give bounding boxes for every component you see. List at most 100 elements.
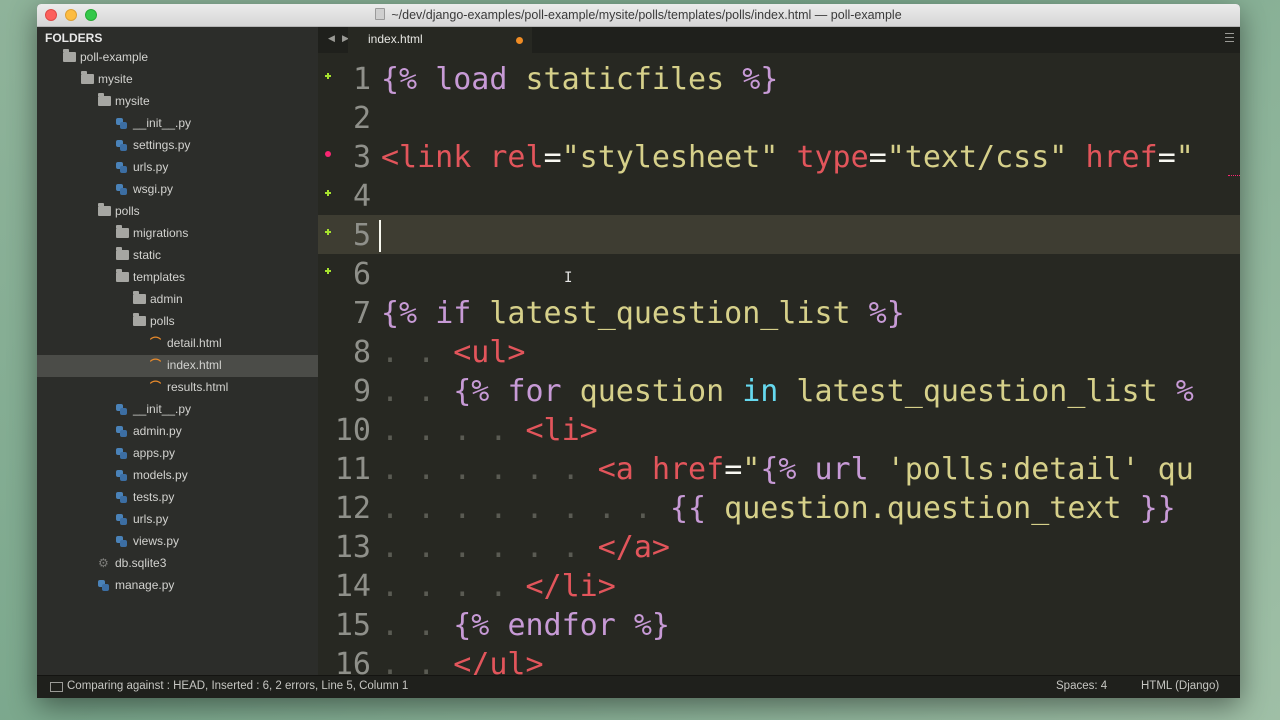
sidebar-item[interactable]: urls.py [37, 509, 318, 531]
code-line[interactable]: 8 . . <ul> [318, 332, 1240, 371]
sidebar-item[interactable]: migrations [37, 223, 318, 245]
code-line[interactable]: 14 . . . . </li> [318, 566, 1240, 605]
line-number: 12 [334, 491, 371, 526]
line-source: {% load staticfiles %} [381, 62, 779, 97]
text-caret [379, 220, 381, 252]
line-number: 5 [352, 218, 371, 253]
indent-guide: . . [381, 374, 454, 409]
sidebar-item[interactable]: models.py [37, 465, 318, 487]
folder-icon [81, 71, 94, 84]
line-number: 1 [352, 62, 371, 97]
code-line[interactable]: 16 . . </ul> [318, 644, 1240, 675]
line-source: . . </ul> [381, 647, 544, 675]
sidebar-item-label: urls.py [133, 512, 169, 526]
line-source: . . . . . . <a href="{% url 'polls:detai… [381, 452, 1194, 487]
sidebar-item[interactable]: polls [37, 201, 318, 223]
syntax-setting[interactable]: HTML (Django) [1141, 680, 1219, 692]
sidebar-item-label: polls [150, 314, 175, 328]
tab-index-html[interactable]: index.html [348, 27, 532, 53]
sidebar-item[interactable]: ⌒ index.html [37, 355, 318, 377]
sidebar-item-label: mysite [115, 94, 150, 108]
sidebar-item-label: poll-example [80, 50, 149, 64]
sidebar-item-label: manage.py [115, 578, 175, 592]
sidebar-item-label: polls [115, 204, 140, 218]
sidebar-item[interactable]: urls.py [37, 157, 318, 179]
title-bar: ~/dev/django-examples/poll-example/mysit… [37, 4, 1240, 27]
sidebar-item[interactable]: static [37, 245, 318, 267]
sidebar-item[interactable]: manage.py [37, 575, 318, 597]
sidebar-item[interactable]: polls [37, 311, 318, 333]
panel-toggle-icon[interactable] [50, 682, 63, 692]
code-line[interactable]: 1 {% load staticfiles %} [318, 59, 1240, 98]
line-number: 13 [334, 530, 371, 565]
code-line[interactable]: 7 {% if latest_question_list %} [318, 293, 1240, 332]
window-title-container: ~/dev/django-examples/poll-example/mysit… [37, 8, 1240, 22]
folder-icon [116, 225, 129, 238]
sidebar-item-label: tests.py [133, 490, 175, 504]
line-number: 2 [352, 101, 371, 136]
code-line[interactable]: 10 . . . . <li> [318, 410, 1240, 449]
code-line[interactable]: 15 . . {% endfor %} [318, 605, 1240, 644]
folders-header: FOLDERS [45, 31, 103, 45]
sidebar-item[interactable]: views.py [37, 531, 318, 553]
sidebar-item[interactable]: mysite [37, 69, 318, 91]
sidebar-item[interactable]: mysite [37, 91, 318, 113]
tab-menu-icon[interactable] [1225, 33, 1234, 42]
line-number: 8 [352, 335, 371, 370]
code-view[interactable]: 1 {% load staticfiles %} 2 3 <link rel="styl… [318, 59, 1240, 675]
html-file-icon: ⌒ [150, 337, 161, 349]
sidebar-item-label: views.py [133, 534, 180, 548]
sidebar-item[interactable]: tests.py [37, 487, 318, 509]
sidebar-item[interactable]: admin [37, 289, 318, 311]
indent-guide: . . [381, 335, 454, 370]
sidebar-item-label: static [133, 248, 162, 262]
sidebar-item[interactable]: ⌒ detail.html [37, 333, 318, 355]
sublime-window: ~/dev/django-examples/poll-example/mysit… [37, 4, 1240, 698]
git-added-icon [325, 73, 331, 79]
python-file-icon [116, 448, 127, 459]
unsaved-dot-icon[interactable] [516, 37, 523, 44]
sidebar-item-label: __init__.py [133, 116, 192, 130]
sidebar-item[interactable]: settings.py [37, 135, 318, 157]
sidebar-item-label: settings.py [133, 138, 191, 152]
code-line[interactable]: 5 [318, 215, 1240, 254]
sidebar-item[interactable]: wsgi.py [37, 179, 318, 201]
line-number: 7 [352, 296, 371, 331]
line-source: . . . . . . . . {{ question.question_tex… [381, 491, 1176, 526]
sidebar-item-label: migrations [133, 226, 189, 240]
line-source: . . . . </li> [381, 569, 616, 604]
html-file-icon: ⌒ [150, 359, 161, 371]
code-line[interactable]: 11 . . . . . . <a href="{% url 'polls:det… [318, 449, 1240, 488]
sidebar-item-label: admin.py [133, 424, 182, 438]
code-line[interactable]: 2 [318, 98, 1240, 137]
sidebar-item[interactable]: apps.py [37, 443, 318, 465]
indentation-setting[interactable]: Spaces: 4 [1056, 680, 1107, 692]
code-line[interactable]: 12 . . . . . . . . {{ question.question_t… [318, 488, 1240, 527]
sidebar-item-label: db.sqlite3 [115, 556, 167, 570]
window-title: ~/dev/django-examples/poll-example/mysit… [391, 8, 902, 22]
python-file-icon [116, 140, 127, 151]
sidebar-item-label: __init__.py [133, 402, 192, 416]
document-icon [375, 8, 386, 20]
sidebar-item[interactable]: ⚙ db.sqlite3 [37, 553, 318, 575]
line-number: 6 [352, 257, 371, 292]
sidebar-item[interactable]: __init__.py [37, 113, 318, 135]
sidebar-item[interactable]: admin.py [37, 421, 318, 443]
git-added-icon [325, 229, 331, 235]
code-line[interactable]: 9 . . {% for question in latest_question_… [318, 371, 1240, 410]
code-line[interactable]: 13 . . . . . . </a> [318, 527, 1240, 566]
tab-back-arrow-icon[interactable]: ◀ [328, 33, 335, 44]
python-file-icon [116, 470, 127, 481]
git-added-icon [325, 268, 331, 274]
line-number: 4 [352, 179, 371, 214]
line-number: 9 [352, 374, 371, 409]
code-line[interactable]: 6 [318, 254, 1240, 293]
python-file-icon [116, 118, 127, 129]
code-line[interactable]: 3 <link rel="stylesheet" type="text/css" … [318, 137, 1240, 176]
code-line[interactable]: 4 [318, 176, 1240, 215]
sidebar-item[interactable]: templates [37, 267, 318, 289]
sidebar-item[interactable]: __init__.py [37, 399, 318, 421]
sidebar-item[interactable]: ⌒ results.html [37, 377, 318, 399]
sidebar-item[interactable]: poll-example [37, 47, 318, 69]
status-bar: Comparing against : HEAD, Inserted : 6, … [37, 675, 1240, 698]
